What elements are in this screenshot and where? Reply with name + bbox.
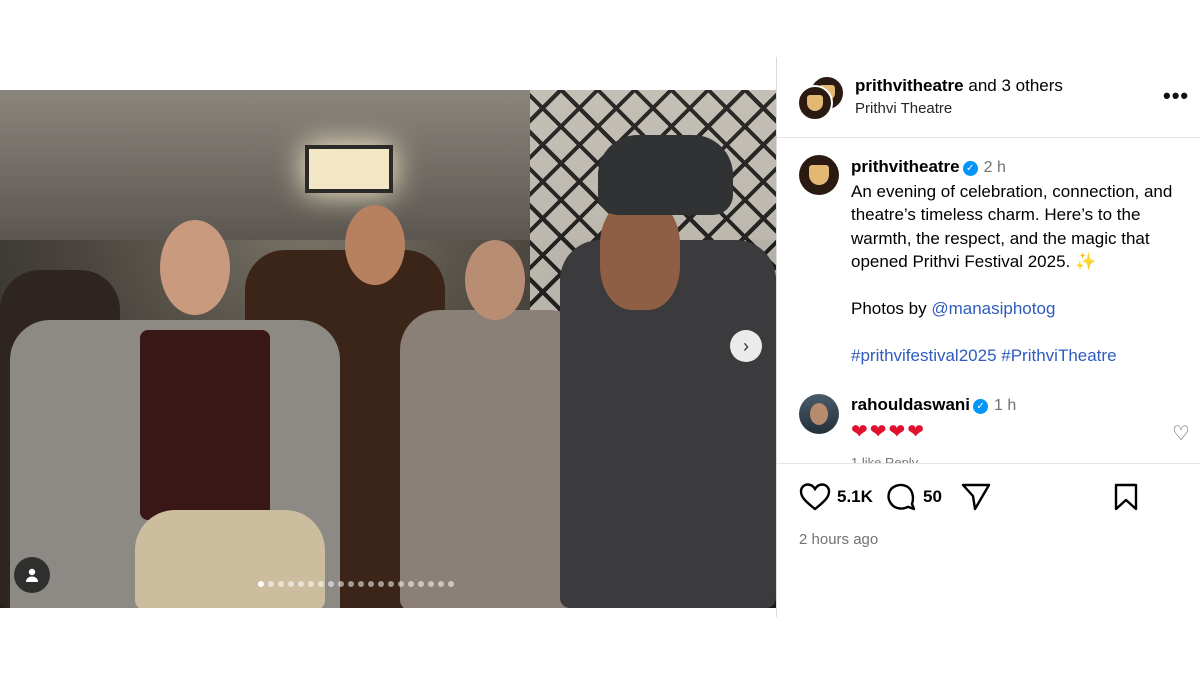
- coauthors-link[interactable]: and 3 others: [968, 76, 1063, 95]
- carousel-dot: [318, 581, 324, 587]
- comment-username[interactable]: rahouldaswani: [851, 395, 970, 414]
- share-button[interactable]: [960, 482, 992, 512]
- carousel-dot: [408, 581, 414, 587]
- caption-username[interactable]: prithvitheatre: [851, 157, 960, 176]
- comment-text: ❤❤❤❤: [851, 421, 927, 443]
- posted-time[interactable]: 2 hours ago: [799, 531, 878, 548]
- carousel-dot: [388, 581, 394, 587]
- caption-text: An evening of celebration, connection, a…: [851, 181, 1173, 272]
- carousel-dot: [288, 581, 294, 587]
- carousel-dot: [358, 581, 364, 587]
- carousel-dot: [328, 581, 334, 587]
- carousel-dot: [308, 581, 314, 587]
- carousel-dot: [278, 581, 284, 587]
- like-comment-icon[interactable]: ♡: [1172, 421, 1190, 446]
- carousel-dot: [348, 581, 354, 587]
- like-button[interactable]: 5.1K: [799, 482, 873, 512]
- comment-count[interactable]: 50: [923, 487, 942, 507]
- verified-badge-icon: ✓: [962, 161, 978, 176]
- face: [810, 403, 828, 425]
- photo-head-1: [160, 220, 230, 315]
- heart-icon: [799, 483, 831, 511]
- post-photo[interactable]: ›: [0, 90, 776, 608]
- carousel-dots: [258, 581, 454, 587]
- comment-header: rahouldaswani ✓ 1 h: [851, 395, 1016, 415]
- photo-turban-4: [598, 135, 733, 215]
- post-header: prithvitheatre and 3 others Prithvi Thea…: [777, 57, 1200, 138]
- comment-icon: [887, 483, 916, 511]
- photo-shirt-1: [140, 330, 270, 520]
- carousel-dot: [258, 581, 264, 587]
- carousel-dot: [298, 581, 304, 587]
- author-avatars[interactable]: [797, 75, 845, 121]
- bookmark-icon: [1114, 483, 1138, 511]
- send-icon: [961, 483, 991, 511]
- carousel-dot: [418, 581, 424, 587]
- tagged-users-button[interactable]: [14, 557, 50, 593]
- comment-time: 1 h: [994, 397, 1017, 414]
- photo-head-3: [465, 240, 525, 320]
- carousel-dot: [378, 581, 384, 587]
- more-options-icon[interactable]: •••: [1163, 83, 1189, 109]
- theatre-mask-icon: [809, 165, 829, 185]
- photo-head-2: [345, 205, 405, 285]
- author-username[interactable]: prithvitheatre: [855, 76, 964, 95]
- carousel-next-button[interactable]: ›: [730, 330, 762, 362]
- save-button[interactable]: [1113, 482, 1139, 512]
- carousel-dot: [338, 581, 344, 587]
- verified-badge-icon: ✓: [973, 399, 989, 414]
- carousel-dot: [438, 581, 444, 587]
- hashtags-link[interactable]: #prithvifestival2025 #PrithviTheatre: [851, 346, 1117, 365]
- carousel-dot: [398, 581, 404, 587]
- comment-avatar[interactable]: [799, 394, 839, 434]
- carousel-dot: [368, 581, 374, 587]
- post-location[interactable]: Prithvi Theatre: [855, 100, 952, 117]
- post-caption: prithvitheatre ✓ 2 h An evening of celebra…: [851, 155, 1197, 368]
- carousel-dot: [448, 581, 454, 587]
- post-authors[interactable]: prithvitheatre and 3 others: [855, 76, 1063, 96]
- photographer-link[interactable]: @manasiphotog: [931, 299, 1055, 318]
- comment-button[interactable]: 50: [885, 482, 942, 512]
- caption-time: 2 h: [983, 159, 1006, 176]
- photo-lamp: [305, 145, 393, 193]
- photos-by-label: Photos by: [851, 299, 927, 318]
- carousel-dot: [268, 581, 274, 587]
- chevron-right-icon: ›: [743, 335, 749, 356]
- caption-avatar[interactable]: [799, 155, 839, 195]
- post-side-panel: prithvitheatre and 3 others Prithvi Thea…: [776, 57, 1200, 618]
- avatar: [797, 85, 833, 121]
- person-icon: [26, 568, 38, 582]
- like-count[interactable]: 5.1K: [837, 487, 873, 507]
- carousel-dot: [428, 581, 434, 587]
- photo-face-4: [600, 200, 680, 310]
- sparkle-emoji: ✨: [1074, 252, 1097, 271]
- photo-pants-1: [135, 510, 325, 608]
- theatre-mask-icon: [807, 95, 823, 111]
- post-actions: 5.1K 50 2 hours ago: [777, 463, 1200, 618]
